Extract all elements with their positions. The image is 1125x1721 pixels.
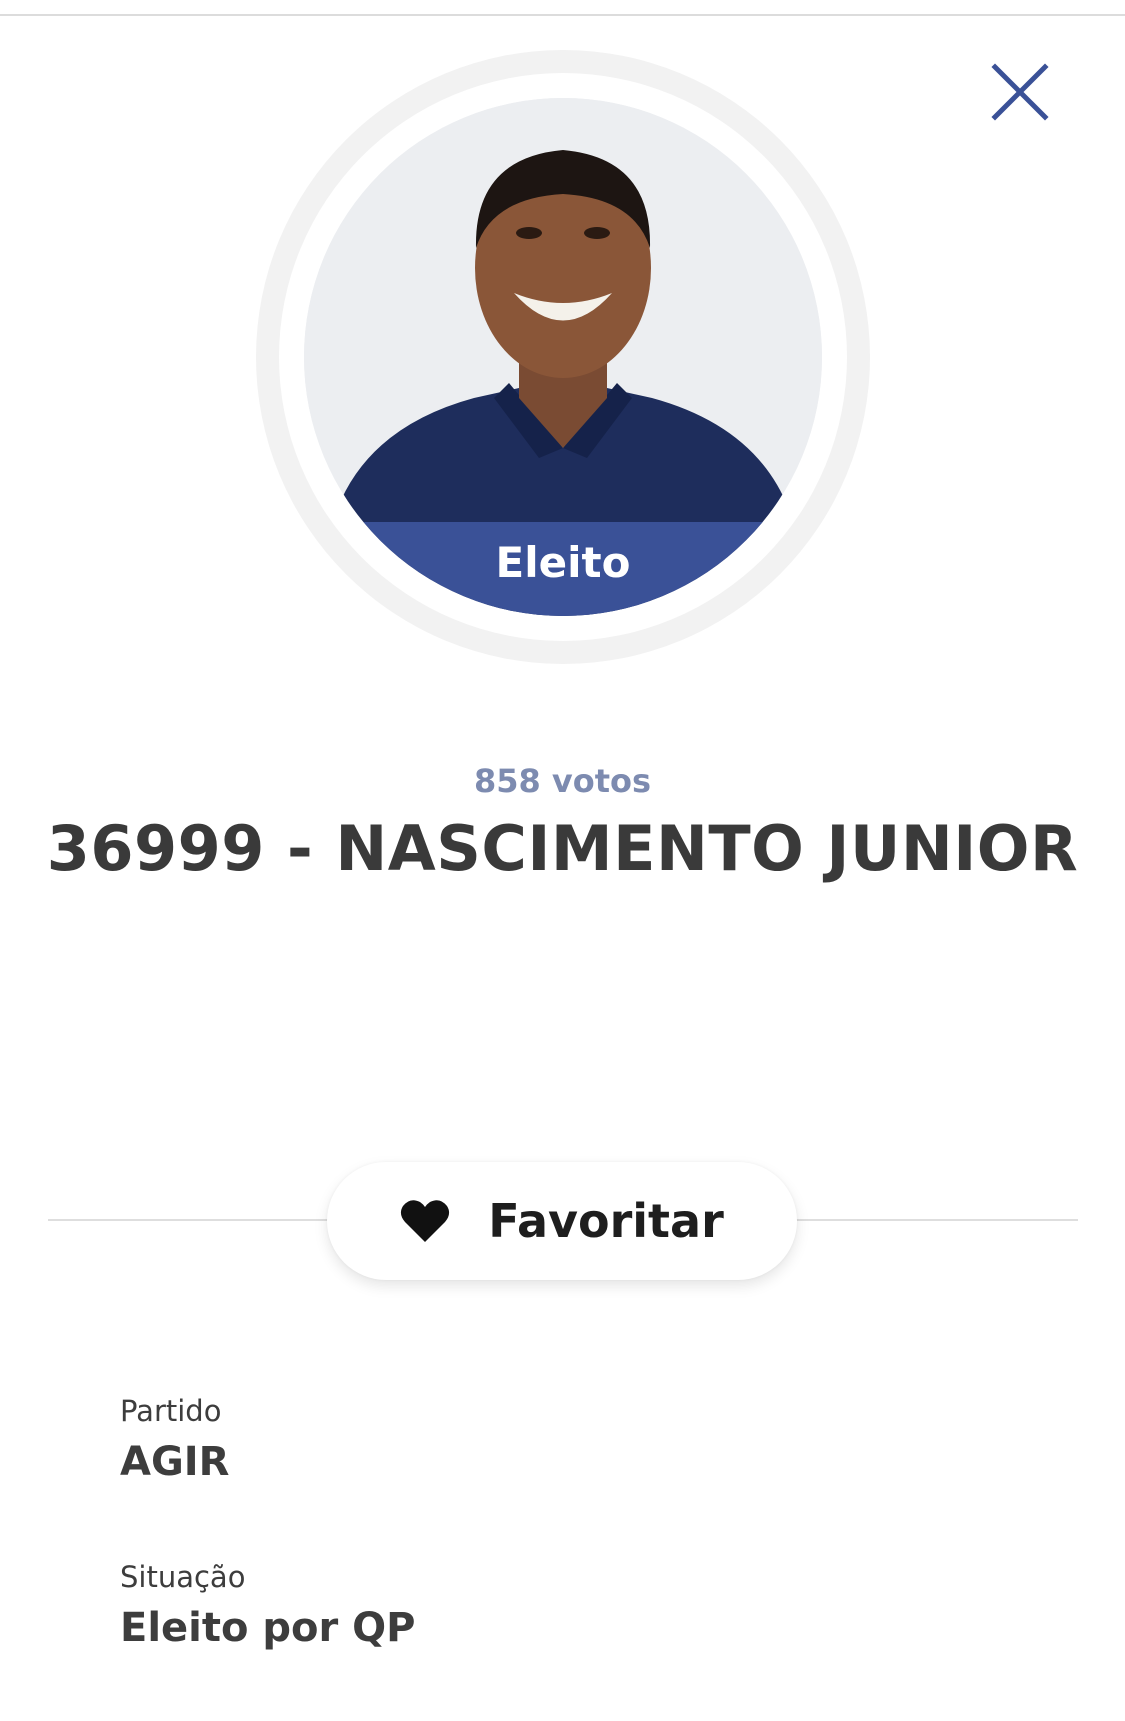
party-value: AGIR <box>120 1439 230 1485</box>
candidate-photo: Eleito <box>304 98 822 616</box>
close-icon <box>991 63 1049 121</box>
close-button[interactable] <box>990 62 1050 122</box>
situation-label: Situação <box>120 1560 246 1594</box>
favorite-button[interactable]: Favoritar <box>327 1162 797 1280</box>
situation-value: Eleito por QP <box>120 1605 416 1651</box>
favorite-label: Favoritar <box>488 1194 724 1248</box>
status-badge: Eleito <box>304 522 822 616</box>
candidate-detail-page: Eleito 858 votos 36999 - NASCIMENTO JUNI… <box>0 0 1125 1721</box>
candidate-title: 36999 - NASCIMENTO JUNIOR <box>46 812 1079 885</box>
party-label: Partido <box>120 1394 222 1428</box>
vote-count: 858 votos <box>473 762 652 800</box>
top-bar-divider <box>0 0 1125 16</box>
avatar-ring: Eleito <box>256 50 870 664</box>
heart-icon <box>401 1200 450 1242</box>
